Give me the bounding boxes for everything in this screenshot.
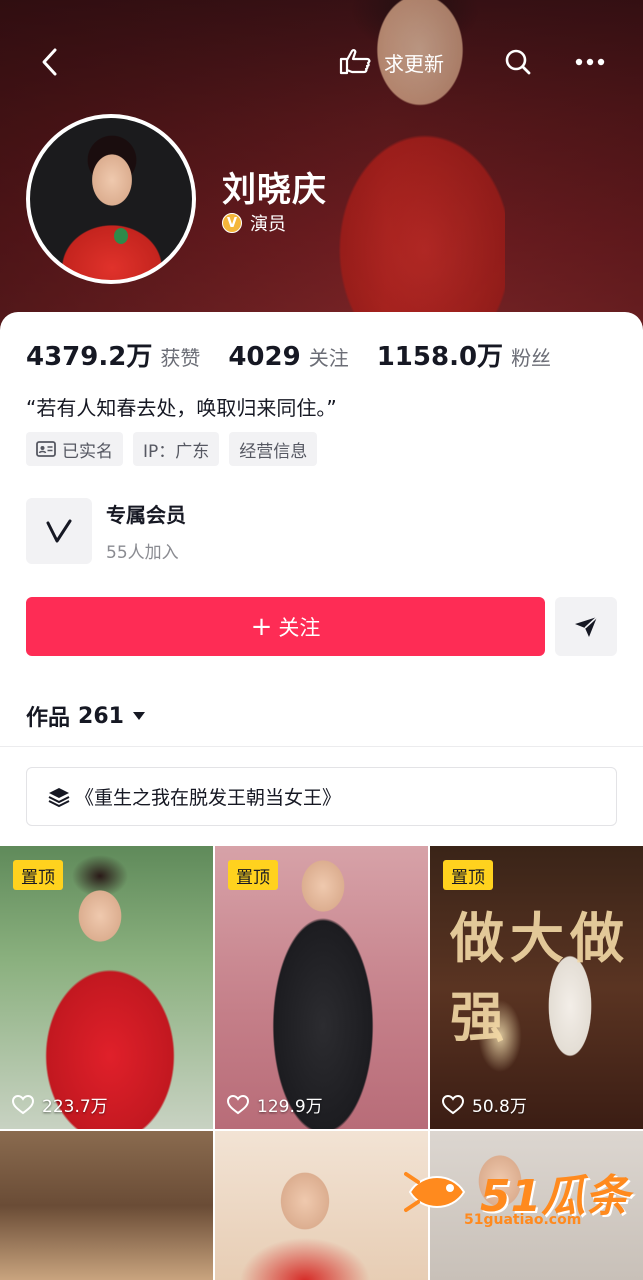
- send-icon: [575, 615, 598, 637]
- stat-likes[interactable]: 4379.2万 获赞: [26, 336, 200, 373]
- chevron-left-icon: [42, 48, 57, 76]
- divider: [0, 746, 643, 747]
- video-tile[interactable]: 置顶 223.7万: [0, 846, 213, 1129]
- collection-entry[interactable]: 《重生之我在脱发王朝当女王》: [26, 767, 617, 826]
- like-count: 223.7万: [12, 1092, 108, 1117]
- like-count: 129.9万: [227, 1092, 323, 1117]
- like-value: 129.9万: [257, 1097, 323, 1117]
- caret-down-icon: [132, 712, 145, 720]
- stat-following[interactable]: 4029 关注: [228, 342, 348, 372]
- video-tile[interactable]: 置顶 129.9万: [215, 846, 428, 1129]
- tag-label: 经营信息: [239, 441, 308, 462]
- more-dots-icon: [575, 58, 605, 66]
- membership-entry[interactable]: 专属会员 55人加入: [26, 498, 186, 564]
- heart-icon: [227, 1094, 249, 1114]
- search-button[interactable]: [498, 42, 538, 82]
- stats-row: 4379.2万 获赞 4029 关注 1158.0万 粉丝: [26, 336, 579, 373]
- top-bar: 求更新: [0, 30, 643, 94]
- fish-icon: [404, 1172, 466, 1212]
- message-button[interactable]: [555, 597, 617, 656]
- heart-icon: [12, 1094, 34, 1114]
- heart-icon: [442, 1094, 464, 1114]
- profile-bio: “若有人知春去处，唤取归来同住。”: [26, 396, 337, 420]
- membership-subtitle: 55人加入: [106, 543, 179, 563]
- tag-real-name[interactable]: 已实名: [26, 432, 123, 466]
- works-count: 261: [78, 703, 124, 729]
- verified-title: V 演员: [222, 210, 286, 236]
- plus-icon: +: [250, 611, 273, 642]
- like-count: 50.8万: [442, 1092, 527, 1117]
- tag-label: 已实名: [62, 441, 113, 462]
- tag-business-info[interactable]: 经营信息: [229, 432, 318, 466]
- stat-value: 1158.0万: [376, 342, 504, 372]
- layers-icon: [48, 787, 70, 807]
- like-value: 223.7万: [42, 1097, 108, 1117]
- video-overlay-text: 做大做强: [450, 907, 630, 1049]
- id-card-icon: [36, 441, 56, 457]
- membership-icon: [26, 498, 92, 564]
- ask-update-button[interactable]: 求更新: [338, 44, 444, 80]
- video-tile[interactable]: [0, 1131, 213, 1280]
- verified-title-label: 演员: [250, 214, 286, 235]
- stat-label: 关注: [308, 346, 349, 370]
- watermark-subtext: 51guatiao.com: [464, 1212, 582, 1228]
- tab-works[interactable]: 作品 261: [26, 700, 146, 732]
- search-icon: [505, 49, 531, 75]
- like-value: 50.8万: [472, 1097, 527, 1117]
- verified-badge-icon: V: [222, 213, 242, 233]
- pinned-badge: 置顶: [228, 860, 278, 890]
- avatar[interactable]: [26, 114, 196, 284]
- more-button[interactable]: [570, 42, 610, 82]
- follow-label: 关注: [278, 615, 321, 640]
- stat-label: 粉丝: [511, 346, 552, 370]
- tag-label: IP：广东: [143, 441, 210, 462]
- back-button[interactable]: [30, 42, 70, 82]
- video-tile[interactable]: 做大做强 置顶 50.8万: [430, 846, 643, 1129]
- watermark-logo: 51瓜条 51guatiao.com: [404, 1160, 629, 1228]
- ask-update-label: 求更新: [384, 51, 444, 76]
- pinned-badge: 置顶: [13, 860, 63, 890]
- membership-title: 专属会员: [106, 503, 186, 527]
- profile-card: 4379.2万 获赞 4029 关注 1158.0万 粉丝 “若有人知春去处，唤…: [0, 312, 643, 746]
- pointing-hand-icon: [339, 49, 371, 75]
- follow-button[interactable]: + 关注: [26, 597, 545, 656]
- profile-name: 刘晓庆: [222, 170, 327, 210]
- pinned-badge: 置顶: [443, 860, 493, 890]
- stat-followers[interactable]: 1158.0万 粉丝: [377, 336, 551, 373]
- stat-value: 4379.2万: [26, 342, 153, 372]
- v-heart-icon: [46, 519, 72, 543]
- stat-label: 获赞: [160, 346, 201, 370]
- profile-tags: 已实名 IP：广东 经营信息: [26, 432, 318, 466]
- video-tile[interactable]: [215, 1131, 428, 1280]
- tag-ip-location: IP：广东: [133, 432, 220, 466]
- collection-title: 《重生之我在脱发王朝当女王》: [75, 787, 342, 809]
- works-label: 作品: [26, 706, 71, 731]
- stat-value: 4029: [228, 342, 301, 372]
